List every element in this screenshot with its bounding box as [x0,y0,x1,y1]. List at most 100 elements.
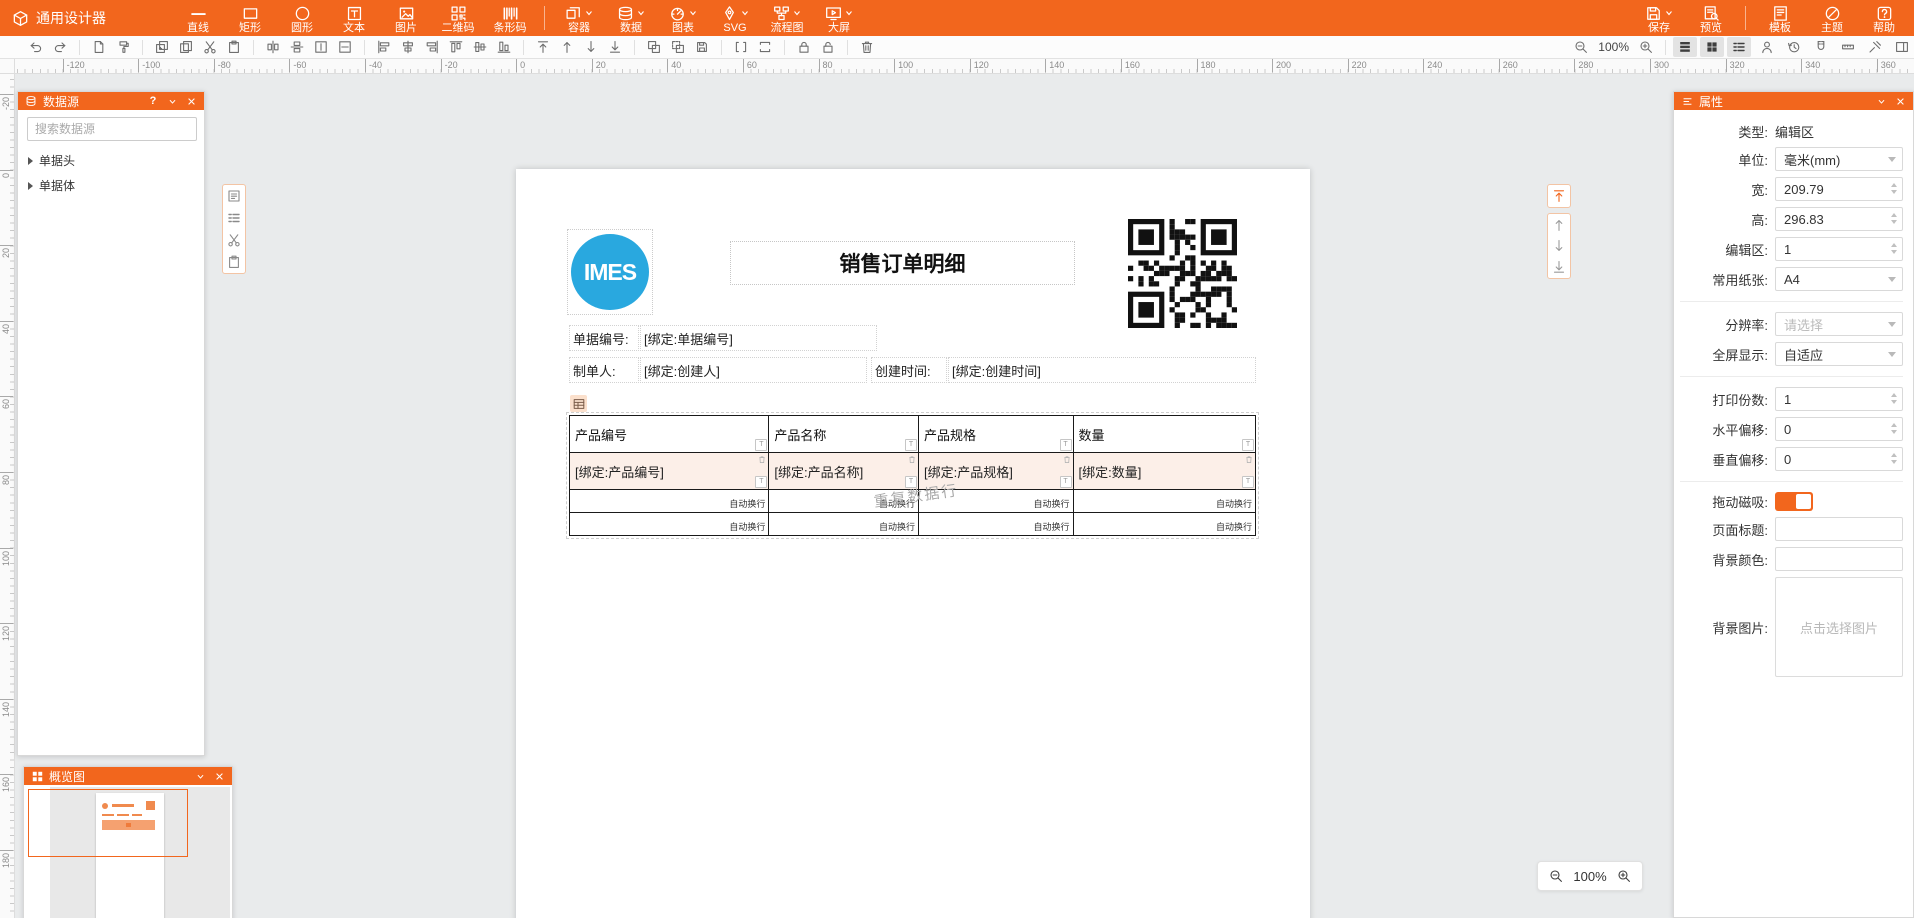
scroll-bottom-button[interactable] [1550,259,1568,275]
duplicate-button[interactable] [150,37,174,57]
table-header-cell[interactable]: 产品编号T [570,416,769,452]
spinner-icons[interactable] [1891,393,1897,404]
tool-screen[interactable]: 大屏 [813,2,865,35]
collapse-icon[interactable] [1874,94,1888,108]
tool-qrcode[interactable]: 二维码 [432,2,484,35]
align-left-button[interactable] [372,37,396,57]
prop-background-color-input[interactable] [1775,547,1903,571]
close-icon[interactable] [212,769,226,783]
doc-no-binding[interactable]: [绑定:单据编号] [640,325,877,351]
prop-background-image-picker[interactable]: 点击选择图片 [1775,577,1903,677]
table-autowrap-cell[interactable]: 自动换行 [570,490,769,512]
tool-text[interactable]: 文本 [328,2,380,35]
center-horizontal-button[interactable] [285,37,309,57]
table-autowrap-cell[interactable]: 自动换行 [769,513,919,535]
design-page[interactable]: IMES 销售订单明细 单据编号: [绑定:单据编号] 制单人: [绑定:创建人… [516,169,1310,918]
tool-chart[interactable]: 图表 [657,2,709,35]
prop-resolution-select[interactable]: 请选择 [1775,312,1903,336]
prop-horizontal-offset-input[interactable]: 0 [1775,417,1903,441]
close-icon[interactable] [184,94,198,108]
center-vertical-button[interactable] [261,37,285,57]
collapse-icon[interactable] [165,94,179,108]
qrcode-element[interactable] [1125,216,1240,331]
tool-image[interactable]: 图片 [380,2,432,35]
quick-cut-button[interactable] [225,232,243,248]
report-title-element[interactable]: 销售订单明细 [730,241,1075,285]
spinner-icons[interactable] [1891,243,1897,254]
zoom-in-button[interactable] [1634,37,1658,57]
table-header-cell[interactable]: 产品规格T [919,416,1074,452]
ungroup-button[interactable] [729,37,753,57]
group-button[interactable] [642,37,666,57]
delete-icon[interactable] [908,455,916,464]
created-label[interactable]: 创建时间: [871,357,947,383]
prop-edit-area-input[interactable]: 1 [1775,237,1903,261]
table-autowrap-cell[interactable]: 自动换行 [919,513,1074,535]
delete-icon[interactable] [1063,455,1071,464]
tool-preview[interactable]: 预览 [1685,2,1737,35]
redo-button[interactable] [48,37,72,57]
prop-fullscreen-display-select[interactable]: 自适应 [1775,342,1903,366]
tool-svg[interactable]: SVG [709,2,761,35]
tools-button[interactable] [1863,37,1887,57]
expand-caret-icon[interactable] [28,182,33,190]
tree-item[interactable]: 单据头 [18,148,204,173]
collapse-icon[interactable] [193,769,207,783]
overview-panel-header[interactable]: 概览图 [24,767,232,785]
new-file-button[interactable] [87,37,111,57]
undo-button[interactable] [24,37,48,57]
tool-help[interactable]: 帮助 [1858,2,1910,35]
created-binding[interactable]: [绑定:创建时间] [948,357,1256,383]
combine-button[interactable] [753,37,777,57]
tree-item[interactable]: 单据体 [18,173,204,198]
table-binding-cell[interactable]: [绑定:产品编号]T [570,453,769,489]
zoom-in-button[interactable] [1615,866,1633,886]
delete-button[interactable] [855,37,879,57]
doc-no-label[interactable]: 单据编号: [569,325,639,351]
copy-style-button[interactable] [666,37,690,57]
prop-print-copies-input[interactable]: 1 [1775,387,1903,411]
tool-container[interactable]: 容器 [553,2,605,35]
table-header-cell[interactable]: 产品名称T [769,416,919,452]
prop-height-input[interactable]: 296.83 [1775,207,1903,231]
move-up-button[interactable] [555,37,579,57]
spinner-icons[interactable] [1891,423,1897,434]
align-top-button[interactable] [444,37,468,57]
creator-binding[interactable]: [绑定:创建人] [640,357,867,383]
overview-viewport-rect[interactable] [28,789,188,857]
quick-outline-button[interactable] [225,210,243,226]
tool-save[interactable]: 保存 [1633,2,1685,35]
user-button[interactable] [1755,37,1779,57]
tool-data[interactable]: 数据 [605,2,657,35]
scroll-top-button[interactable] [1550,188,1568,204]
canvas-center-v-button[interactable] [333,37,357,57]
properties-panel-header[interactable]: 属性 [1674,92,1913,110]
quick-paste-button[interactable] [225,254,243,270]
move-top-button[interactable] [531,37,555,57]
align-right-button[interactable] [420,37,444,57]
widgets-toggle-button[interactable] [1700,37,1724,57]
expand-caret-icon[interactable] [28,157,33,165]
tool-flow[interactable]: 流程图 [761,2,813,35]
table-band-icon[interactable] [570,395,587,412]
tool-line[interactable]: 直线 [172,2,224,35]
align-middle-button[interactable] [468,37,492,57]
spinner-icons[interactable] [1891,183,1897,194]
table-binding-cell[interactable]: [绑定:数量]T [1074,453,1255,489]
prop-paper-size-select[interactable]: A4 [1775,267,1903,291]
move-down-button[interactable] [579,37,603,57]
paste-button[interactable] [222,37,246,57]
history-button[interactable] [1782,37,1806,57]
zoom-out-button[interactable] [1569,37,1593,57]
table-header-cell[interactable]: 数量T [1074,416,1255,452]
datasource-search-input[interactable] [27,117,197,141]
table-autowrap-cell[interactable]: 自动换行 [1074,490,1255,512]
table-autowrap-cell[interactable]: 自动换行 [570,513,769,535]
unlock-button[interactable] [816,37,840,57]
layers-toggle-button[interactable] [1673,37,1697,57]
format-brush-button[interactable] [111,37,135,57]
copy-button[interactable] [174,37,198,57]
prop-width-input[interactable]: 209.79 [1775,177,1903,201]
prop-unit-select[interactable]: 毫米(mm) [1775,147,1903,171]
scroll-down-button[interactable] [1550,238,1568,254]
